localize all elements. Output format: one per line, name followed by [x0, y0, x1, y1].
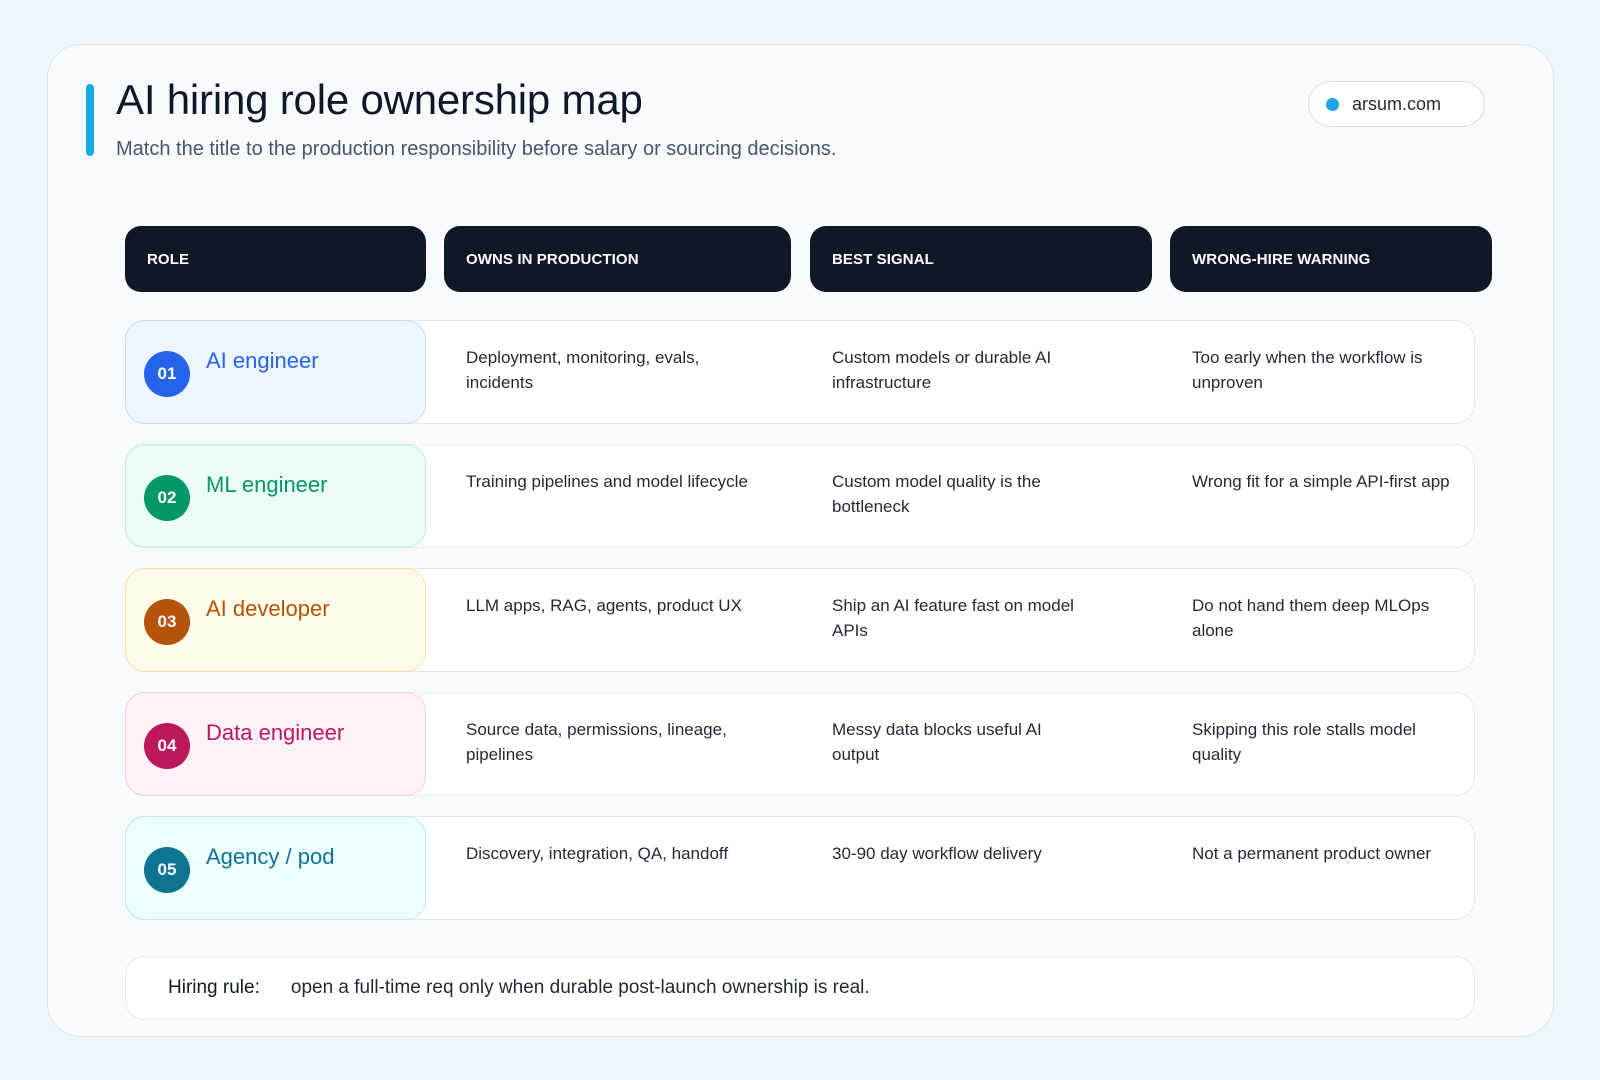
warning-cell: Wrong fit for a simple API-first app: [1192, 472, 1450, 491]
role-number-badge: 05: [144, 847, 190, 893]
role-cell: 03 AI developer: [125, 568, 426, 672]
owns-cell: Source data, permissions, lineage, pipel…: [466, 720, 727, 764]
brand-dot-icon: [1326, 97, 1339, 111]
brand-pill[interactable]: arsum.com: [1308, 81, 1485, 127]
role-name: AI engineer: [206, 348, 319, 373]
page-title: AI hiring role ownership map: [116, 76, 643, 123]
signal-cell: 30-90 day workflow delivery: [832, 844, 1042, 863]
table-row: 04 Data engineer Source data, permission…: [125, 692, 1475, 796]
role-number-badge: 04: [144, 723, 190, 769]
role-name: Agency / pod: [206, 844, 335, 869]
brand-label: arsum.com: [1352, 93, 1442, 114]
role-cell: 01 AI engineer: [125, 320, 426, 424]
column-header-role: ROLE: [125, 226, 426, 292]
role-number-badge: 01: [144, 351, 190, 397]
title-accent-bar: [86, 84, 94, 156]
warning-cell: Skipping this role stalls model quality: [1192, 720, 1416, 764]
column-header-owns: OWNS IN PRODUCTION: [444, 226, 791, 292]
warning-cell: Too early when the workflow is unproven: [1192, 348, 1423, 392]
role-cell: 02 ML engineer: [125, 444, 426, 548]
role-name: AI developer: [206, 596, 330, 621]
role-number-badge: 02: [144, 475, 190, 521]
role-cell: 04 Data engineer: [125, 692, 426, 796]
column-header-signal: BEST SIGNAL: [810, 226, 1152, 292]
role-name: Data engineer: [206, 720, 345, 745]
table-row: 03 AI developer LLM apps, RAG, agents, p…: [125, 568, 1475, 672]
owns-cell: Deployment, monitoring, evals, incidents: [466, 348, 700, 392]
table-row: 05 Agency / pod Discovery, integration, …: [125, 816, 1475, 920]
hiring-rule-box: Hiring rule: open a full-time req only w…: [125, 956, 1475, 1020]
owns-cell: Training pipelines and model lifecycle: [466, 472, 748, 491]
hiring-rule-text: open a full-time req only when durable p…: [290, 977, 870, 998]
hiring-rule-label: Hiring rule:: [168, 977, 260, 998]
signal-cell: Custom model quality is the bottleneck: [832, 472, 1041, 516]
column-header-warning: WRONG-HIRE WARNING: [1170, 226, 1492, 292]
table-row: 02 ML engineer Training pipelines and mo…: [125, 444, 1475, 548]
table-row: 01 AI engineer Deployment, monitoring, e…: [125, 320, 1475, 424]
owns-cell: LLM apps, RAG, agents, product UX: [466, 596, 742, 615]
role-cell: 05 Agency / pod: [125, 816, 426, 920]
role-number-badge: 03: [144, 599, 190, 645]
signal-cell: Ship an AI feature fast on model APIs: [832, 596, 1074, 640]
page-subtitle: Match the title to the production respon…: [116, 138, 837, 160]
signal-cell: Custom models or durable AI infrastructu…: [832, 348, 1052, 392]
warning-cell: Do not hand them deep MLOps alone: [1192, 596, 1430, 640]
signal-cell: Messy data blocks useful AI output: [832, 720, 1042, 764]
warning-cell: Not a permanent product owner: [1192, 844, 1432, 863]
owns-cell: Discovery, integration, QA, handoff: [466, 844, 729, 863]
role-name: ML engineer: [206, 472, 328, 497]
